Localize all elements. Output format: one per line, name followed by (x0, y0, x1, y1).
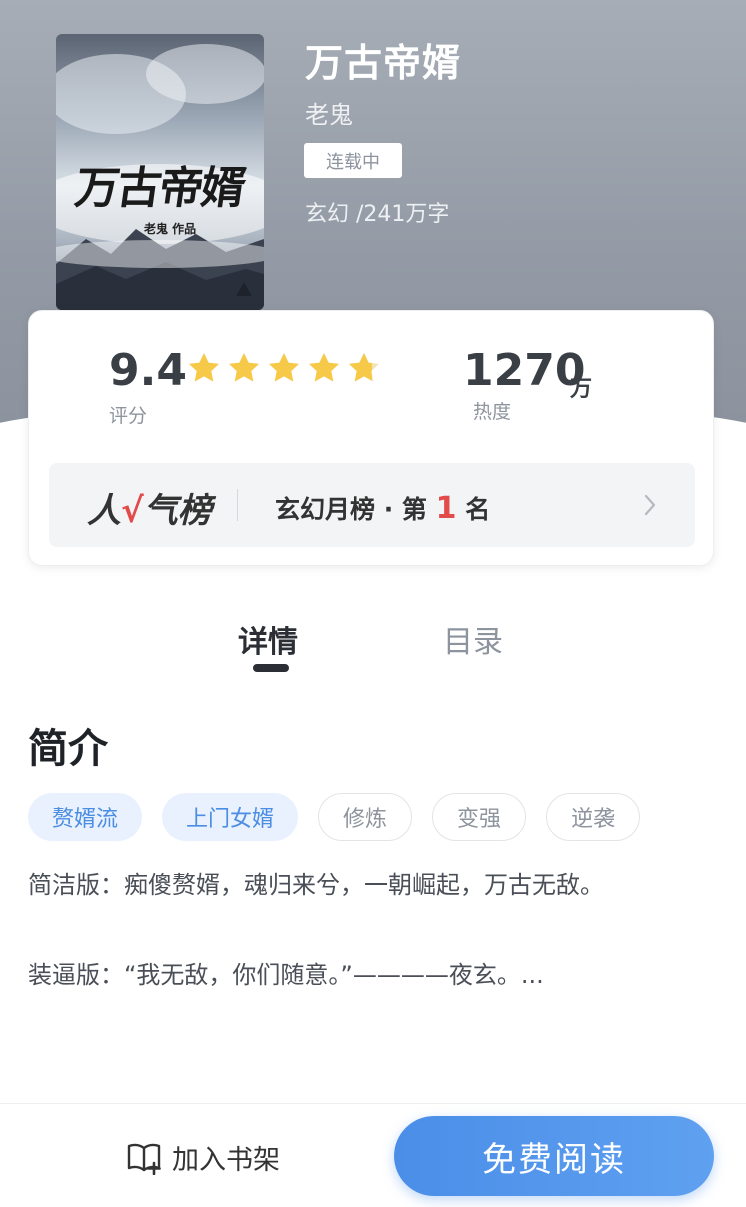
tag-item[interactable]: 修炼 (318, 793, 413, 841)
rank-number: 1 (435, 491, 457, 526)
rank-suffix: 名 (465, 495, 491, 524)
tag-list: 赘婿流 上门女婿 修炼 变强 逆袭 (28, 793, 660, 841)
active-tab-indicator (253, 664, 289, 672)
score-label: 评分 (109, 405, 148, 427)
heat-unit: 万 (570, 377, 593, 402)
star-icon (268, 352, 300, 382)
intro-paragraph: 装逼版：“我无敌，你们随意。”————夜玄。... (28, 961, 544, 989)
logo-prefix: 人 (87, 491, 121, 531)
tag-item[interactable]: 变强 (432, 793, 527, 841)
ranking-bar[interactable]: 人√气榜 玄幻月榜 · 第 1 名 (49, 463, 695, 547)
score-value: 9.4 (109, 345, 187, 396)
star-icon (188, 352, 220, 382)
intro-text[interactable]: 简洁版：痴傻赘婿，魂归来兮，一朝崛起，万古无敌。 装逼版：“我无敌，你们随意。”… (28, 862, 648, 998)
tab-details[interactable]: 详情 (238, 617, 298, 661)
partial-star-icon (348, 352, 380, 382)
tab-catalog[interactable]: 目录 (443, 617, 503, 661)
rank-prefix: 玄幻月榜 · 第 (275, 495, 427, 524)
book-cover[interactable]: 万古帝婿 老鬼 作品 (56, 34, 264, 310)
star-icon (308, 352, 340, 382)
tag-item[interactable]: 赘婿流 (28, 793, 143, 841)
cover-author: 老鬼 作品 (144, 222, 197, 236)
status-badge: 连载中 (304, 143, 402, 178)
cover-title: 万古帝婿 (71, 163, 247, 214)
rating-stars (185, 349, 383, 387)
intro-heading: 简介 (28, 725, 108, 772)
heat-value: 1270 (463, 345, 586, 396)
logo-suffix: 气榜 (143, 491, 212, 531)
add-to-shelf-label: 加入书架 (172, 1145, 280, 1176)
popularity-chart-logo: 人√气榜 (87, 483, 212, 532)
book-add-icon (127, 1143, 161, 1175)
stats-card: 9.4 评分 1270 万 热度 人√气榜 玄幻月榜 · 第 1 名 (28, 310, 714, 566)
bottom-bar: 加入书架 免费阅读 (0, 1103, 746, 1207)
book-author[interactable]: 老鬼 (305, 95, 353, 130)
add-to-shelf-button[interactable]: 加入书架 (126, 1138, 280, 1177)
chevron-right-icon (644, 494, 656, 516)
book-title: 万古帝婿 (305, 40, 462, 85)
intro-paragraph: 简洁版：痴傻赘婿，魂归来兮，一朝崛起，万古无敌。 (28, 871, 604, 899)
rank-divider (237, 489, 238, 521)
book-meta: 玄幻 /241万字 (305, 202, 450, 227)
free-read-button[interactable]: 免费阅读 (394, 1116, 714, 1196)
star-icon (228, 352, 260, 382)
heat-label: 热度 (473, 401, 512, 423)
logo-check: √ (121, 491, 144, 531)
tag-item[interactable]: 上门女婿 (162, 793, 299, 841)
tag-item[interactable]: 逆袭 (546, 793, 641, 841)
rank-text: 玄幻月榜 · 第 1 名 (275, 490, 490, 526)
